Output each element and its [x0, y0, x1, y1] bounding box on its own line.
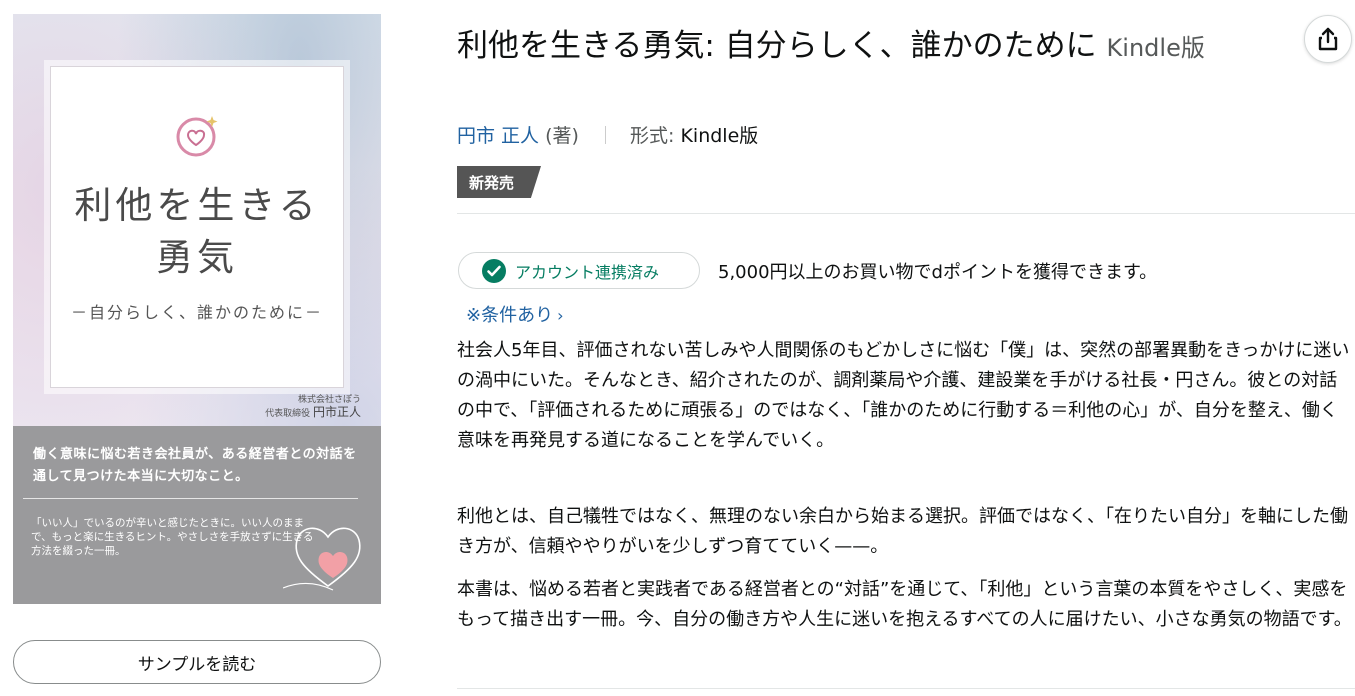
format-label: 形式:: [630, 125, 675, 147]
format-value: Kindle版: [680, 125, 759, 147]
conditions-link[interactable]: ※条件あり ›: [466, 301, 564, 327]
chevron-right-icon: ›: [557, 306, 564, 325]
cover-publisher: 株式会社さぽう 代表取締役 円市正人: [265, 394, 361, 420]
product-format-suffix: Kindle版: [1106, 34, 1205, 62]
byline: 円市 正人 (著) 形式: Kindle版: [457, 121, 758, 148]
conditions-label: ※条件あり: [466, 305, 554, 326]
share-button[interactable]: [1304, 15, 1352, 63]
cover-title-line1: 利他を生きる: [74, 184, 320, 227]
check-circle-icon: [482, 258, 506, 283]
cover-author-role: 代表取締役: [265, 409, 311, 419]
description-paragraph-2: 利他とは、自己犠牲ではなく、無理のない余白から始まる選択。評価ではなく、「在りた…: [457, 506, 1348, 557]
heart-illustration: [283, 527, 361, 591]
cover-title-line2: 勇気: [156, 236, 238, 279]
product-title-text: 利他を生きる勇気: 自分らしく、誰かのために: [457, 28, 1097, 64]
new-release-badge: 新発売: [457, 166, 541, 198]
cover-author-name: 円市正人: [312, 405, 361, 419]
cover-subtitle: －自分らしく、誰かのために－: [70, 303, 323, 322]
description-paragraph-3: 本書は、悩める若者と実践者である経営者との“対話”を通じて、「利他」という言葉の…: [457, 579, 1352, 630]
cover-band-body: 「いい人」でいるのが辛いと感じたときに。いい人のままで、もっと楽に生きるヒント。…: [31, 517, 314, 557]
cover-band-divider: [23, 498, 358, 499]
description-paragraph-1: 社会人5年目、評価されない苦しみや人間関係のもどかしさに悩む「僕」は、突然の部署…: [457, 340, 1350, 451]
account-linked-pill[interactable]: アカウント連携済み: [458, 252, 700, 289]
book-cover-image[interactable]: 利他を生きる 勇気 －自分らしく、誰かのために－ 株式会社さぽう 代表取締役 円…: [13, 14, 381, 604]
bottom-divider: [457, 688, 1355, 689]
heart-logo-icon: [176, 116, 218, 157]
author-link[interactable]: 円市 正人: [457, 125, 539, 147]
byline-separator: [604, 126, 606, 144]
section-divider: [457, 213, 1355, 214]
cover-title-frame: 利他を生きる 勇気 －自分らしく、誰かのために－: [50, 66, 344, 388]
product-title: 利他を生きる勇気: 自分らしく、誰かのために Kindle版: [457, 18, 1307, 76]
share-icon: [1318, 27, 1338, 51]
author-role: (著): [545, 125, 579, 147]
cover-band: 働く意味に悩む若き会社員が、ある経営者との対話を通して見つけた本当に大切なこと。…: [13, 426, 381, 604]
dpoint-offer-text: 5,000円以上のお買い物でdポイントを獲得できます。: [718, 262, 1158, 283]
cover-band-lead: 働く意味に悩む若き会社員が、ある経営者との対話を通して見つけた本当に大切なこと。: [33, 447, 357, 484]
read-sample-button[interactable]: サンプルを読む: [13, 640, 381, 684]
account-status-label: アカウント連携済み: [515, 262, 660, 282]
